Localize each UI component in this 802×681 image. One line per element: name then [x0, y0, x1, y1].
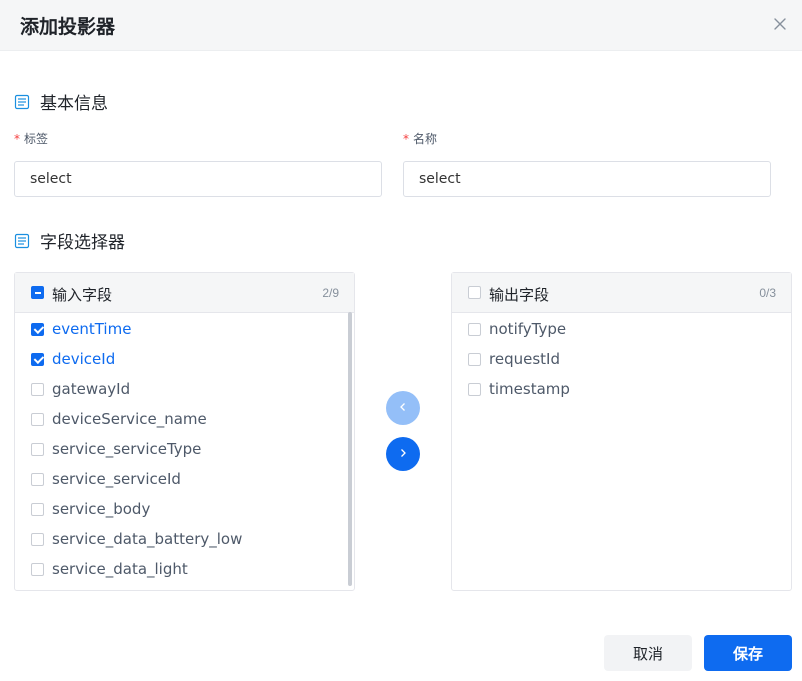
list-item[interactable]: timestamp — [452, 374, 791, 404]
item-checkbox[interactable] — [31, 532, 44, 546]
add-projector-dialog: 添加投影器 基本信息 * 标签 * 名称 — [0, 0, 802, 681]
item-label: service_body — [52, 500, 151, 518]
list-item[interactable]: eventTime — [15, 314, 354, 344]
chevron-right-icon — [398, 445, 408, 463]
output-panel-title: 输出字段 — [489, 286, 550, 304]
item-label: eventTime — [52, 320, 132, 338]
field-selector-section-header: 字段选择器 — [14, 228, 125, 253]
item-checkbox[interactable] — [31, 562, 44, 576]
output-panel-count: 0/3 — [759, 286, 776, 300]
output-fields-list: notifyType requestId timestamp — [452, 314, 791, 404]
chevron-left-icon — [398, 399, 408, 417]
label-field-label: * 标签 — [14, 130, 48, 147]
input-panel-count: 2/9 — [322, 286, 339, 300]
list-document-icon — [14, 233, 30, 249]
move-right-button[interactable] — [386, 437, 420, 471]
section-title: 字段选择器 — [40, 233, 125, 253]
input-fields-panel: 输入字段 2/9 eventTime deviceId gatewayId devic… — [14, 272, 355, 591]
input-panel-header: 输入字段 2/9 — [15, 273, 354, 313]
item-checkbox[interactable] — [468, 382, 481, 396]
list-item[interactable]: notifyType — [452, 314, 791, 344]
list-item[interactable]: service_body — [15, 494, 354, 524]
list-document-icon — [14, 94, 30, 110]
name-input[interactable] — [403, 161, 771, 197]
input-panel-title: 输入字段 — [52, 286, 113, 304]
item-label: requestId — [489, 350, 560, 368]
input-list-scrollbar[interactable] — [348, 312, 352, 586]
dialog-header: 添加投影器 — [0, 0, 802, 51]
list-item[interactable]: deviceService_name — [15, 404, 354, 434]
list-item[interactable]: requestId — [452, 344, 791, 374]
list-item[interactable]: service_data_battery_low — [15, 524, 354, 554]
item-label: notifyType — [489, 320, 567, 338]
item-checkbox[interactable] — [31, 322, 44, 336]
field-label-text: 标签 — [24, 132, 49, 146]
item-checkbox[interactable] — [31, 472, 44, 486]
list-item[interactable]: service_data_light — [15, 554, 354, 584]
item-checkbox[interactable] — [31, 442, 44, 456]
cancel-button[interactable]: 取消 — [604, 635, 692, 671]
list-item[interactable]: service_serviceId — [15, 464, 354, 494]
item-label: service_serviceId — [52, 470, 181, 488]
item-label: deviceService_name — [52, 410, 207, 428]
select-all-input-checkbox[interactable] — [31, 286, 44, 299]
select-all-output-checkbox[interactable] — [468, 286, 481, 299]
output-panel-header: 输出字段 0/3 — [452, 273, 791, 313]
list-item[interactable]: gatewayId — [15, 374, 354, 404]
item-label: service_data_battery_low — [52, 530, 243, 548]
item-checkbox[interactable] — [468, 352, 481, 366]
field-label-text: 名称 — [413, 132, 438, 146]
item-label: service_serviceType — [52, 440, 202, 458]
label-input[interactable] — [14, 161, 382, 197]
item-label: timestamp — [489, 380, 570, 398]
item-checkbox[interactable] — [31, 382, 44, 396]
list-item[interactable]: service_serviceType — [15, 434, 354, 464]
required-mark: * — [14, 132, 20, 146]
list-item[interactable]: deviceId — [15, 344, 354, 374]
basic-info-section-header: 基本信息 — [14, 89, 108, 114]
save-button[interactable]: 保存 — [704, 635, 792, 671]
name-field-label: * 名称 — [403, 130, 437, 147]
item-checkbox[interactable] — [31, 352, 44, 366]
item-checkbox[interactable] — [31, 502, 44, 516]
section-title: 基本信息 — [40, 94, 108, 114]
item-checkbox[interactable] — [468, 322, 481, 336]
output-fields-panel: 输出字段 0/3 notifyType requestId timestamp — [451, 272, 792, 591]
item-label: gatewayId — [52, 380, 131, 398]
dialog-title: 添加投影器 — [20, 16, 116, 38]
move-left-button[interactable] — [386, 391, 420, 425]
item-label: service_data_light — [52, 560, 188, 578]
required-mark: * — [403, 132, 409, 146]
item-label: deviceId — [52, 350, 116, 368]
item-checkbox[interactable] — [31, 412, 44, 426]
input-fields-list: eventTime deviceId gatewayId deviceService_… — [15, 314, 354, 584]
close-icon[interactable] — [771, 15, 789, 33]
